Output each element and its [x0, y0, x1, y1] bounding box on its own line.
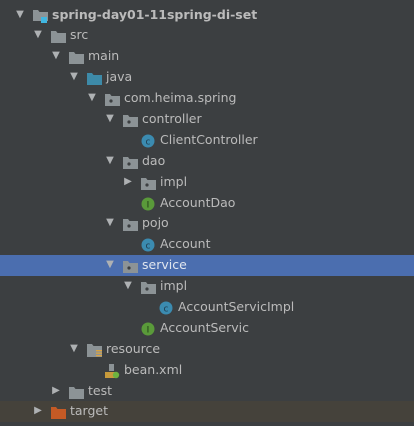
tree-node-dao[interactable]: ▼ dao — [0, 151, 414, 172]
tree-node-impl[interactable]: ▶ impl — [0, 172, 414, 193]
interface-icon: I — [141, 322, 156, 336]
interface-icon: I — [141, 197, 156, 211]
expand-arrow-icon[interactable]: ▼ — [104, 213, 116, 234]
svg-text:c: c — [164, 304, 169, 314]
tree-node-accountdao[interactable]: I AccountDao — [0, 193, 414, 214]
svg-text:I: I — [147, 325, 150, 335]
expand-arrow-icon[interactable]: ▼ — [14, 5, 26, 26]
tree-node-label: ClientController — [160, 131, 258, 147]
tree-node-pojo[interactable]: ▼ pojo — [0, 213, 414, 234]
tree-node-label: test — [88, 382, 113, 398]
tree-node-label: pojo — [142, 215, 169, 231]
tree-node-service[interactable]: ▼ service — [0, 255, 414, 277]
tree-node-label: AccountDao — [160, 194, 236, 210]
expand-arrow-icon[interactable]: ▼ — [32, 25, 44, 46]
resource-folder-icon — [87, 343, 102, 357]
tree-node-label: controller — [142, 110, 202, 126]
collapse-arrow-icon[interactable]: ▶ — [32, 401, 44, 422]
tree-node-impl[interactable]: ▼ impl — [0, 276, 414, 297]
folder-icon — [51, 29, 66, 44]
package-icon — [123, 259, 138, 274]
tree-node-label: com.heima.spring — [124, 90, 237, 106]
spring-xml-icon — [105, 363, 120, 378]
class-icon: c — [141, 238, 156, 252]
tree-node-label: main — [88, 48, 120, 64]
module-folder-icon — [33, 9, 48, 23]
collapse-arrow-icon[interactable]: ▶ — [50, 381, 62, 402]
tree-node-label: impl — [160, 173, 188, 189]
tree-node-accountservic[interactable]: I AccountServic — [0, 318, 414, 339]
collapse-arrow-icon[interactable]: ▶ — [122, 172, 134, 193]
package-icon — [141, 280, 156, 295]
expand-arrow-icon[interactable]: ▼ — [104, 151, 116, 172]
tree-node-label: bean.xml — [124, 361, 183, 377]
tree-node-accountservicimpl[interactable]: c AccountServicImpl — [0, 297, 414, 318]
tree-node-main[interactable]: ▼ main — [0, 46, 414, 67]
tree-node-clientcontroller[interactable]: c ClientController — [0, 130, 414, 151]
tree-node-label: src — [70, 27, 89, 43]
tree-node-account[interactable]: c Account — [0, 234, 414, 255]
expand-arrow-icon[interactable]: ▼ — [50, 46, 62, 67]
tree-node-label: java — [106, 69, 133, 85]
tree-node-label: target — [70, 403, 109, 419]
folder-icon — [69, 50, 84, 65]
tree-node-label: service — [142, 257, 187, 273]
tree-node-bean-xml[interactable]: bean.xml — [0, 360, 414, 381]
expand-arrow-icon[interactable]: ▼ — [104, 255, 116, 276]
tree-node-label: dao — [142, 152, 166, 168]
package-icon — [123, 217, 138, 232]
tree-node-target[interactable]: ▶ target — [0, 401, 414, 423]
tree-node-label: impl — [160, 278, 188, 294]
expand-arrow-icon[interactable]: ▼ — [86, 88, 98, 109]
class-icon: c — [141, 134, 156, 148]
expand-arrow-icon[interactable]: ▼ — [104, 109, 116, 130]
excluded-folder-icon — [51, 405, 66, 420]
package-icon — [123, 113, 138, 127]
tree-node-spring-day01-11spring-di-set[interactable]: ▼ spring-day01-11spring-di-set — [0, 5, 414, 26]
tree-node-label: AccountServicImpl — [178, 298, 295, 314]
tree-node-java[interactable]: ▼ java — [0, 67, 414, 88]
tree-node-label: Account — [160, 236, 211, 252]
expand-arrow-icon[interactable]: ▼ — [122, 276, 134, 297]
expand-arrow-icon[interactable]: ▼ — [68, 339, 80, 360]
source-folder-icon — [87, 71, 102, 86]
folder-icon — [69, 385, 84, 399]
tree-node-label: resource — [106, 340, 161, 356]
package-icon — [123, 155, 138, 169]
tree-node-controller[interactable]: ▼ controller — [0, 109, 414, 130]
tree-node-test[interactable]: ▶ test — [0, 381, 414, 402]
class-icon: c — [159, 301, 174, 315]
tree-node-com-heima-spring[interactable]: ▼ com.heima.spring — [0, 88, 414, 109]
expand-arrow-icon[interactable]: ▼ — [68, 67, 80, 88]
tree-node-src[interactable]: ▼ src — [0, 25, 414, 46]
svg-text:c: c — [146, 137, 151, 147]
project-tree: ▼ spring-day01-11spring-di-set ▼ src ▼ main ▼ j… — [0, 5, 414, 423]
svg-text:I: I — [147, 200, 150, 210]
svg-text:c: c — [146, 242, 151, 252]
tree-node-label: spring-day01-11spring-di-set — [52, 6, 258, 22]
tree-node-resource[interactable]: ▼ resource — [0, 339, 414, 360]
tree-node-label: AccountServic — [160, 319, 249, 335]
package-icon — [141, 176, 156, 190]
package-icon — [105, 92, 120, 107]
